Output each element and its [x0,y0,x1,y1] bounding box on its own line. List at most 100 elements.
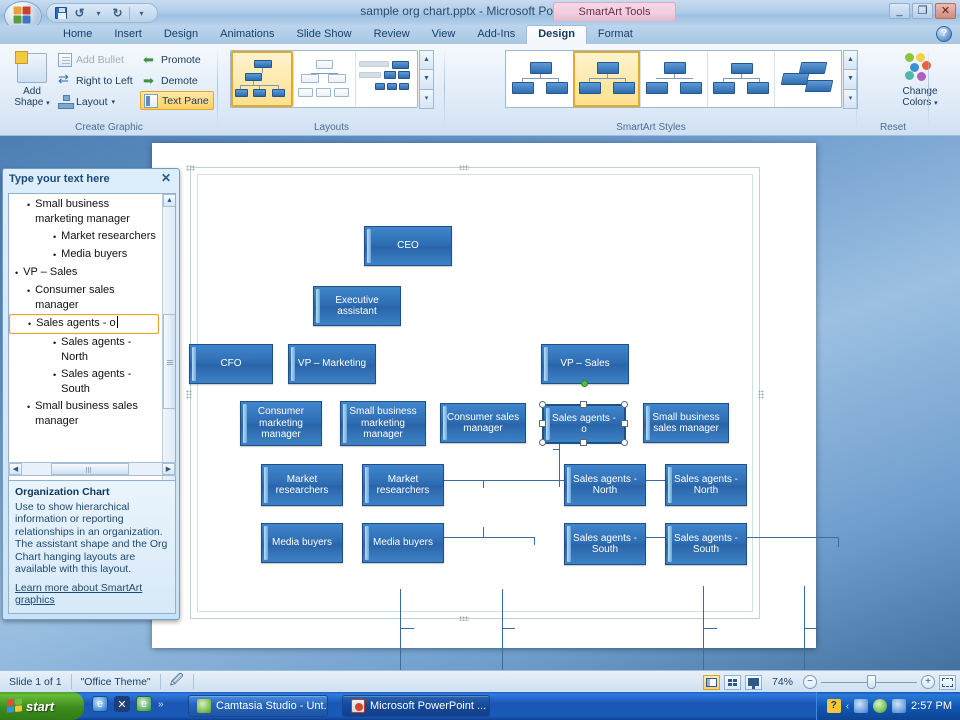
layout-dropdown-icon[interactable]: ▾ [112,98,116,106]
list-item[interactable]: • Sales agents - South [9,366,161,398]
selection-handle-left[interactable] [539,420,546,427]
node-media-buyers-2[interactable]: Media buyers [362,523,444,563]
slide-indicator[interactable]: Slide 1 of 1 [0,671,71,693]
minimize-button[interactable]: _ [889,3,910,19]
tab-smartart-design[interactable]: Design [526,25,587,44]
view-normal-button[interactable] [702,674,720,690]
selection-handle-right[interactable] [621,420,628,427]
tab-animations[interactable]: Animations [209,26,285,44]
style-option-1[interactable] [506,51,573,107]
tab-design[interactable]: Design [153,26,209,44]
zoom-in-button[interactable]: + [921,675,935,689]
restore-button[interactable]: ❐ [912,3,933,19]
layout-option-hierarchy[interactable] [293,51,355,107]
node-media-buyers-1[interactable]: Media buyers [261,523,343,563]
text-pane-horizontal-scrollbar[interactable]: ◀ ▶ [8,462,176,476]
help-icon[interactable]: ? [936,26,952,42]
view-slideshow-button[interactable] [744,674,762,690]
selection-handle-bottomleft[interactable] [539,439,546,446]
fit-to-window-button[interactable] [939,674,956,690]
scroll-right-icon[interactable]: ▶ [162,463,175,475]
taskbar-item-camtasia[interactable]: Camtasia Studio - Unt... [188,695,328,717]
list-item[interactable]: • VP – Sales [9,264,161,282]
list-item[interactable]: • Sales agents - North [9,334,161,366]
node-market-researchers-2[interactable]: Market researchers [362,464,444,506]
tab-slide-show[interactable]: Slide Show [286,26,363,44]
zoom-slider-thumb[interactable] [867,675,876,689]
layouts-gallery-scrollbar[interactable]: ▲ ▼ ▾ [419,50,434,109]
scroll-up-icon[interactable]: ▲ [163,194,175,207]
update-icon[interactable] [892,699,907,713]
node-consumer-marketing-manager[interactable]: Consumer marketing manager [240,401,322,446]
clock[interactable]: 2:57 PM [911,700,952,712]
node-vp-marketing[interactable]: VP – Marketing [288,344,376,384]
rotation-handle-vp-sales[interactable] [581,380,588,387]
tab-home[interactable]: Home [52,26,103,44]
smartart-styles-gallery[interactable] [505,50,842,108]
slide-canvas[interactable]: CEO Executive assistant CFO VP – Marketi… [152,143,839,687]
scrollbar-thumb[interactable] [163,314,175,409]
node-vp-sales[interactable]: VP – Sales [541,344,629,384]
style-option-3[interactable] [640,51,707,107]
node-small-business-marketing-manager[interactable]: Small business marketing manager [340,401,426,446]
node-small-business-sales-manager[interactable]: Small business sales manager [643,403,729,443]
selection-handle-bottomright[interactable] [621,439,628,446]
browser-icon[interactable]: e [136,696,152,712]
node-sales-agents-north-1[interactable]: Sales agents - North [564,464,646,506]
promote-button[interactable]: ⬅ Promote [140,49,214,70]
list-item[interactable]: • Small business marketing manager [9,196,161,228]
list-item[interactable]: • Market researchers [9,228,161,246]
list-item-selected[interactable]: • Sales agents - o [9,314,159,334]
node-executive-assistant[interactable]: Executive assistant [313,286,401,326]
right-to-left-button[interactable]: Right to Left [58,70,138,91]
tab-view[interactable]: View [421,26,467,44]
text-pane-close-icon[interactable]: ✕ [159,172,173,186]
style-option-5[interactable] [774,51,841,107]
tab-add-ins[interactable]: Add-Ins [466,26,526,44]
ie-icon[interactable]: e [92,696,108,712]
quick-launch-more-icon[interactable]: » [158,699,164,710]
frame-handle-bottomcenter[interactable] [459,616,469,621]
theme-indicator[interactable]: "Office Theme" [72,671,160,693]
tab-smartart-format[interactable]: Format [587,26,644,44]
layout-button[interactable]: Layout ▾ [58,91,138,112]
node-sales-agents-south-2[interactable]: Sales agents - South [665,523,747,565]
zoom-slider[interactable] [821,675,917,689]
view-slide-sorter-button[interactable] [723,674,741,690]
node-sales-agents-north-2[interactable]: Sales agents - North [665,464,747,506]
node-ceo[interactable]: CEO [364,226,452,266]
selection-handle-topright[interactable] [621,401,628,408]
network-icon[interactable] [854,699,869,713]
frame-handle-topcenter[interactable] [459,165,469,170]
hscrollbar-thumb[interactable] [51,463,129,475]
volume-icon[interactable] [873,699,888,713]
style-option-2-selected[interactable] [573,51,640,107]
layouts-more-icon[interactable]: ▾ [419,88,434,109]
layouts-scroll-up-icon[interactable]: ▲ [419,50,434,71]
zoom-out-button[interactable]: − [803,675,817,689]
close-button[interactable]: ✕ [935,3,956,19]
selection-handle-topleft[interactable] [539,401,546,408]
taskbar-item-powerpoint[interactable]: Microsoft PowerPoint ... [342,695,490,717]
help-tray-icon[interactable]: ? [826,699,841,713]
proofing-icon[interactable]: 🖉 [161,671,193,693]
style-option-4[interactable] [707,51,774,107]
list-item[interactable]: • Consumer sales manager [9,282,161,314]
tab-review[interactable]: Review [363,26,421,44]
tray-expand-icon[interactable]: ‹ [846,701,849,712]
frame-handle-left[interactable] [186,390,192,399]
node-sales-agents-o-selected[interactable]: Sales agents - o [542,404,626,444]
frame-handle-topleft[interactable] [186,165,195,171]
list-item[interactable]: • Small business sales manager [9,398,161,430]
layouts-gallery[interactable] [230,50,418,108]
layout-option-org-chart[interactable] [231,51,293,107]
start-button[interactable]: start [0,692,84,720]
scroll-left-icon[interactable]: ◀ [9,463,22,475]
layout-option-horizontal-hierarchy[interactable] [355,51,417,107]
node-consumer-sales-manager[interactable]: Consumer sales manager [440,403,526,443]
node-market-researchers-1[interactable]: Market researchers [261,464,343,506]
tab-insert[interactable]: Insert [103,26,153,44]
zoom-level-label[interactable]: 74% [766,671,799,693]
close-icon[interactable]: ✕ [114,696,130,712]
list-item[interactable]: • Media buyers [9,246,161,264]
